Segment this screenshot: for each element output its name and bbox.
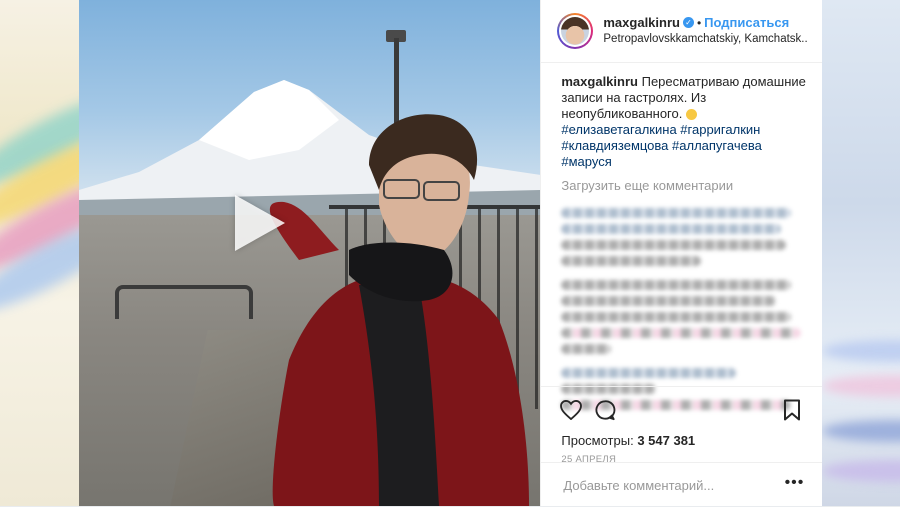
blurred-comment-line bbox=[561, 296, 777, 306]
person-illustration bbox=[269, 114, 529, 506]
post-sidebar: maxgalkinru ✓ • Подписаться Petropavlovskka… bbox=[540, 0, 823, 507]
more-options-icon[interactable]: ••• bbox=[785, 475, 805, 491]
views-counter: Просмотры: 3 547 381 bbox=[541, 427, 822, 448]
background-right bbox=[822, 0, 900, 506]
avatar-ring bbox=[559, 15, 592, 47]
blurred-comment-line bbox=[561, 280, 792, 290]
blurred-comment-line bbox=[561, 240, 787, 250]
header-top-line: maxgalkinru ✓ • Подписаться bbox=[603, 15, 807, 31]
laughing-emoji-icon bbox=[685, 109, 697, 121]
play-icon[interactable] bbox=[235, 195, 285, 251]
header-text: maxgalkinru ✓ • Подписаться Petropavlovskka… bbox=[603, 15, 807, 47]
views-label: Просмотры: bbox=[561, 433, 634, 448]
decor-streak bbox=[822, 375, 900, 397]
hashtag-link[interactable]: #гарригалкин bbox=[680, 122, 760, 137]
comments-list bbox=[541, 208, 822, 410]
instagram-post: maxgalkinru ✓ • Подписаться Petropavlovskka… bbox=[79, 0, 823, 507]
decor-streak bbox=[822, 460, 900, 482]
blurred-comment-line bbox=[561, 368, 737, 378]
hashtag-link[interactable]: #маруся bbox=[561, 154, 611, 169]
post-actions: Просмотры: 3 547 381 25 АПРЕЛЯ bbox=[541, 386, 823, 465]
load-more-comments-button[interactable]: Загрузить еще комментарии bbox=[541, 170, 822, 202]
hashtag-link[interactable]: #клавдияземцова bbox=[561, 138, 668, 153]
heart-icon[interactable] bbox=[559, 398, 583, 422]
avatar-image bbox=[561, 17, 590, 45]
views-count[interactable]: 3 547 381 bbox=[637, 433, 695, 448]
blurred-comment-line bbox=[561, 224, 782, 234]
background-left bbox=[0, 0, 79, 506]
bookmark-icon[interactable] bbox=[780, 398, 804, 422]
comment-input[interactable] bbox=[561, 476, 776, 494]
follow-button[interactable]: Подписаться bbox=[704, 15, 789, 30]
avatar[interactable] bbox=[557, 13, 594, 49]
hashtag-link[interactable]: #елизаветагалкина bbox=[561, 122, 676, 137]
action-icons bbox=[541, 393, 822, 427]
decor-streak bbox=[822, 420, 900, 442]
caption-username[interactable]: maxgalkinru bbox=[561, 74, 638, 89]
video-player[interactable] bbox=[79, 0, 541, 506]
comment-icon[interactable] bbox=[593, 398, 617, 422]
blurred-comment-line bbox=[561, 256, 702, 266]
add-comment-bar: ••• bbox=[541, 462, 823, 507]
caption: maxgalkinru Пересматриваю домашние запис… bbox=[541, 63, 822, 170]
username-link[interactable]: maxgalkinru bbox=[603, 15, 680, 30]
blurred-comment-line bbox=[561, 344, 612, 354]
hashtag-link[interactable]: #аллапугачева bbox=[672, 138, 762, 153]
blurred-comment-line bbox=[561, 312, 792, 322]
post-header: maxgalkinru ✓ • Подписаться Petropavlovskka… bbox=[541, 0, 822, 63]
blurred-comment-line bbox=[561, 328, 802, 338]
blurred-comment-line bbox=[561, 208, 792, 218]
location-link[interactable]: Petropavlovskkamchatskiy, Kamchatsk.. bbox=[603, 31, 807, 47]
separator-dot: • bbox=[696, 16, 702, 30]
decor-streak bbox=[822, 340, 900, 362]
verified-badge-icon: ✓ bbox=[682, 17, 694, 29]
